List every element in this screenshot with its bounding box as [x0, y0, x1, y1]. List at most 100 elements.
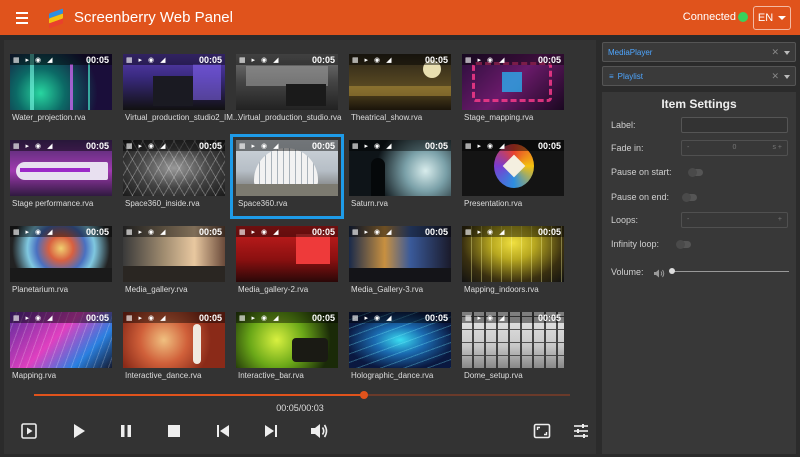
decrement-button[interactable]: -: [687, 216, 689, 223]
media-tile[interactable]: ▦ ▸ ◉ ◢ 00:05 Planetarium.rva: [10, 226, 112, 299]
media-info-icons: ▦ ▸ ◉ ◢: [239, 229, 281, 236]
clear-icon[interactable]: ✕: [771, 47, 779, 58]
media-tile[interactable]: ▦ ▸ ◉ ◢ 00:05 Interactive_bar.rva: [236, 312, 338, 385]
media-name: Space360.rva: [238, 199, 288, 208]
play-icon[interactable]: [68, 420, 90, 442]
infinity-loop-toggle[interactable]: [676, 240, 691, 249]
media-duration: 00:05: [424, 227, 448, 237]
media-info-icons: ▦ ▸ ◉ ◢: [465, 229, 507, 236]
volume-slider-handle[interactable]: [669, 268, 675, 274]
media-info-icons: ▦ ▸ ◉ ◢: [352, 315, 394, 322]
pause-on-start-label: Pause on start:: [611, 167, 672, 177]
playlist-select[interactable]: ≡ Playlist ✕: [602, 66, 796, 86]
media-duration: 00:05: [311, 141, 335, 151]
increment-button[interactable]: +: [778, 216, 782, 223]
list-icon: ≡: [609, 71, 614, 81]
media-name: Stage_mapping.rva: [464, 113, 534, 122]
media-tile[interactable]: ▦ ▸ ◉ ◢ 00:05 Theatrical_show.rva: [349, 54, 451, 127]
seek-progress: [34, 394, 364, 396]
media-info-icons: ▦ ▸ ◉ ◢: [352, 143, 394, 150]
media-name: Saturn.rva: [351, 199, 388, 208]
loops-label: Loops:: [611, 215, 639, 225]
media-info-icons: ▦ ▸ ◉ ◢: [239, 57, 281, 64]
pause-icon[interactable]: [115, 420, 137, 442]
media-tile[interactable]: ▦ ▸ ◉ ◢ 00:05 Mapping.rva: [10, 312, 112, 385]
media-name: Presentation.rva: [464, 199, 523, 208]
media-tile[interactable]: ▦ ▸ ◉ ◢ 00:05 Mapping_indoors.rva: [462, 226, 564, 299]
loops-stepper[interactable]: - +: [681, 212, 788, 228]
fade-in-stepper[interactable]: - 0 s +: [681, 140, 788, 156]
connection-status: Connected: [682, 11, 736, 23]
media-tile[interactable]: ▦ ▸ ◉ ◢ 00:05 Presentation.rva: [462, 140, 564, 213]
media-tile[interactable]: ▦ ▸ ◉ ◢ 00:05 Media_gallery.rva: [123, 226, 225, 299]
media-name: Media_gallery-2.rva: [238, 285, 309, 294]
media-name: Media_gallery.rva: [125, 285, 188, 294]
playlist-toggle-icon[interactable]: [18, 420, 40, 442]
media-info-icons: ▦ ▸ ◉ ◢: [352, 229, 394, 236]
mediaplayer-select-value: MediaPlayer: [608, 47, 653, 57]
seek-handle[interactable]: [359, 391, 368, 399]
top-app-bar: Screenberry Web Panel Connected EN: [0, 0, 800, 35]
media-tile[interactable]: ▦ ▸ ◉ ◢ 00:05 Stage performance.rva: [10, 140, 112, 213]
media-name: Mapping_indoors.rva: [464, 285, 539, 294]
media-duration: 00:05: [311, 227, 335, 237]
timecode: 00:05/00:03: [276, 403, 324, 413]
volume-icon[interactable]: [308, 420, 330, 442]
seek-bar[interactable]: [34, 391, 570, 399]
media-duration: 00:05: [537, 55, 561, 65]
increment-button[interactable]: s +: [772, 144, 782, 151]
media-name: Virtual_production_studio2_IM...: [125, 113, 240, 122]
volume-small-icon: [653, 266, 665, 284]
label-input[interactable]: [681, 117, 788, 133]
pause-on-start-toggle[interactable]: [688, 168, 703, 177]
media-info-icons: ▦ ▸ ◉ ◢: [126, 57, 168, 64]
media-tile[interactable]: ▦ ▸ ◉ ◢ 00:05 Stage_mapping.rva: [462, 54, 564, 127]
fade-in-value: 0: [732, 144, 737, 151]
skip-next-icon[interactable]: [260, 420, 282, 442]
media-duration: 00:05: [424, 141, 448, 151]
media-info-icons: ▦ ▸ ◉ ◢: [465, 57, 507, 64]
media-duration: 00:05: [198, 313, 222, 323]
media-tile[interactable]: ▦ ▸ ◉ ◢ 00:05 Virtual_production_studio.…: [236, 54, 341, 127]
media-tile[interactable]: ▦ ▸ ◉ ◢ 00:05 Dome_setup.rva: [462, 312, 564, 385]
media-tile[interactable]: ▦ ▸ ◉ ◢ 00:05 Media_gallery-2.rva: [236, 226, 338, 299]
media-tile[interactable]: ▦ ▸ ◉ ◢ 00:05 Media_Gallery-3.rva: [349, 226, 451, 299]
language-select[interactable]: EN: [753, 6, 791, 30]
media-duration: 00:05: [311, 55, 335, 65]
label-field-label: Label:: [611, 120, 636, 130]
item-settings-panel: Item Settings Label: Fade in: - 0 s + Pa…: [602, 92, 796, 454]
media-tile[interactable]: ▦ ▸ ◉ ◢ 00:05 Saturn.rva: [349, 140, 451, 213]
item-settings-title: Item Settings: [661, 97, 737, 111]
mediaplayer-select[interactable]: MediaPlayer ✕: [602, 42, 796, 62]
connection-status-dot: [738, 12, 748, 22]
media-tile[interactable]: ▦ ▸ ◉ ◢ 00:05 Virtual_production_studio2…: [123, 54, 240, 127]
settings-sliders-icon[interactable]: [570, 420, 592, 442]
menu-icon[interactable]: [10, 6, 34, 30]
media-info-icons: ▦ ▸ ◉ ◢: [465, 315, 507, 322]
media-info-icons: ▦ ▸ ◉ ◢: [239, 315, 281, 322]
media-info-icons: ▦ ▸ ◉ ◢: [465, 143, 507, 150]
media-tile-selected[interactable]: ▦ ▸ ◉ ◢ 00:05 Space360.rva: [230, 134, 344, 219]
skip-previous-icon[interactable]: [212, 420, 234, 442]
media-info-icons: ▦ ▸ ◉ ◢: [126, 229, 168, 236]
media-duration: 00:05: [85, 141, 109, 151]
volume-slider-track[interactable]: [672, 271, 789, 272]
media-duration: 00:05: [198, 55, 222, 65]
fullscreen-icon[interactable]: [531, 420, 553, 442]
volume-label: Volume:: [611, 267, 644, 277]
media-tile[interactable]: ▦ ▸ ◉ ◢ 00:05 Holographic_dance.rva: [349, 312, 451, 385]
language-value: EN: [757, 12, 774, 24]
pause-on-end-toggle[interactable]: [682, 193, 697, 202]
media-info-icons: ▦ ▸ ◉ ◢: [13, 57, 55, 64]
media-name: Space360_inside.rva: [125, 199, 200, 208]
media-tile[interactable]: ▦ ▸ ◉ ◢ 00:05 Space360_inside.rva: [123, 140, 225, 213]
media-duration: 00:05: [424, 313, 448, 323]
media-duration: 00:05: [85, 55, 109, 65]
clear-icon[interactable]: ✕: [771, 71, 779, 82]
media-name: Interactive_bar.rva: [238, 371, 304, 380]
chevron-down-icon: [784, 51, 790, 55]
media-tile[interactable]: ▦ ▸ ◉ ◢ 00:05 Water_projection.rva: [10, 54, 112, 127]
media-info-icons: ▦ ▸ ◉ ◢: [126, 143, 168, 150]
stop-icon[interactable]: [163, 420, 185, 442]
media-tile[interactable]: ▦ ▸ ◉ ◢ 00:05 Interactive_dance.rva: [123, 312, 225, 385]
